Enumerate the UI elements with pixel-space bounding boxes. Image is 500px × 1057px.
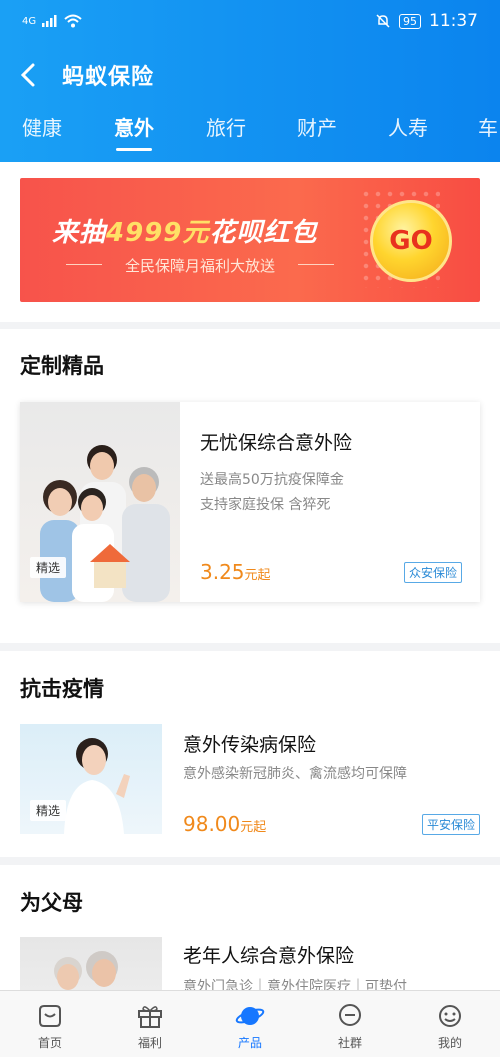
product-desc: 送最高50万抗疫保障金 bbox=[200, 472, 344, 488]
product-title: 老年人综合意外保险 bbox=[183, 945, 355, 967]
clock: 11:37 bbox=[429, 11, 478, 31]
active-tab-indicator bbox=[116, 148, 152, 151]
product-card[interactable]: 精选 意外传染病保险 意外感染新冠肺炎、禽流感均可保障 98.00元起 平安保险 bbox=[20, 724, 480, 836]
status-bar: 4G 95 11:37 bbox=[0, 0, 500, 42]
product-image: 精选 bbox=[20, 402, 180, 602]
tabbar-mine[interactable]: 我的 bbox=[400, 991, 500, 1057]
section-custom: 定制精品 精选 无忧保综合意外险 送最高50万抗疫保障金 支持家庭投保 含猝死 … bbox=[0, 329, 500, 643]
section-title: 定制精品 bbox=[20, 354, 104, 378]
chevron-left-icon bbox=[20, 63, 35, 87]
chat-icon bbox=[339, 1004, 361, 1026]
product-image bbox=[20, 937, 162, 990]
banner-subtitle: 全民保障月福利大放送 bbox=[60, 255, 340, 276]
tabbar-welfare[interactable]: 福利 bbox=[100, 991, 200, 1057]
signal-status: 4G bbox=[22, 14, 82, 28]
product-card[interactable]: 老年人综合意外保险 意外门急诊｜意外住院医疗｜可垫付 bbox=[20, 937, 480, 990]
wifi-icon bbox=[64, 14, 82, 28]
product-price: 3.25元起 bbox=[200, 560, 271, 584]
tab-life[interactable]: 人寿 bbox=[388, 108, 428, 162]
tab-health[interactable]: 健康 bbox=[22, 108, 62, 162]
tabbar-community[interactable]: 社群 bbox=[300, 991, 400, 1057]
banner-headline: 来抽4999元花呗红包 bbox=[52, 218, 318, 248]
product-image: 精选 bbox=[20, 724, 162, 834]
banner-section: 来抽4999元花呗红包 全民保障月福利大放送 GO bbox=[0, 162, 500, 322]
home-icon bbox=[39, 1005, 61, 1027]
battery-indicator: 95 bbox=[399, 13, 421, 29]
planet-icon bbox=[235, 1007, 265, 1025]
title-bar: 蚂蚁保险 bbox=[0, 42, 500, 108]
product-price: 98.00元起 bbox=[183, 812, 267, 836]
network-label: 4G bbox=[22, 15, 37, 27]
tab-travel[interactable]: 旅行 bbox=[206, 108, 246, 162]
elderly-photo-illustration bbox=[54, 951, 118, 990]
section-title: 抗击疫情 bbox=[20, 677, 104, 701]
app-header: 4G 95 11:37 蚂蚁保险 健康 意外 旅行 财产 人寿 车 bbox=[0, 0, 500, 162]
section-epidemic: 抗击疫情 精选 意外传染病保险 意外感染新冠肺炎、禽流感均可保障 98.00元起… bbox=[0, 651, 500, 857]
tabbar-home[interactable]: 首页 bbox=[0, 991, 100, 1057]
insurer-tag: 平安保险 bbox=[421, 814, 480, 835]
product-title: 意外传染病保险 bbox=[183, 734, 317, 756]
featured-badge: 精选 bbox=[30, 557, 67, 578]
product-title: 无忧保综合意外险 bbox=[200, 432, 353, 454]
bottom-tab-bar: 首页 福利 产品 社群 我的 bbox=[0, 990, 500, 1057]
category-tabs: 健康 意外 旅行 财产 人寿 车 bbox=[0, 108, 500, 162]
back-button[interactable] bbox=[18, 60, 48, 90]
product-desc: 意外门急诊｜意外住院医疗｜可垫付 bbox=[183, 979, 407, 990]
product-desc: 意外感染新冠肺炎、禽流感均可保障 bbox=[183, 766, 407, 782]
tab-car[interactable]: 车 bbox=[478, 108, 498, 162]
tabbar-products[interactable]: 产品 bbox=[200, 991, 300, 1057]
signal-icon bbox=[42, 15, 57, 27]
insurer-tag: 众安保险 bbox=[403, 562, 462, 583]
profile-icon bbox=[439, 1005, 461, 1027]
featured-badge: 精选 bbox=[30, 800, 67, 821]
section-parents: 为父母 老年人综合意外保险 意外门急诊｜意外住院医疗｜可垫付 bbox=[0, 865, 500, 990]
tab-accident[interactable]: 意外 bbox=[114, 108, 154, 162]
gift-icon bbox=[138, 1006, 162, 1028]
go-button[interactable]: GO bbox=[370, 200, 452, 282]
mute-bell-icon bbox=[376, 14, 390, 28]
promo-banner[interactable]: 来抽4999元花呗红包 全民保障月福利大放送 GO bbox=[20, 178, 480, 302]
tab-property[interactable]: 财产 bbox=[297, 108, 337, 162]
product-card[interactable]: 精选 无忧保综合意外险 送最高50万抗疫保障金 支持家庭投保 含猝死 3.25元… bbox=[20, 402, 480, 602]
page-title: 蚂蚁保险 bbox=[62, 65, 155, 90]
section-title: 为父母 bbox=[20, 891, 83, 915]
product-desc: 支持家庭投保 含猝死 bbox=[200, 497, 331, 513]
